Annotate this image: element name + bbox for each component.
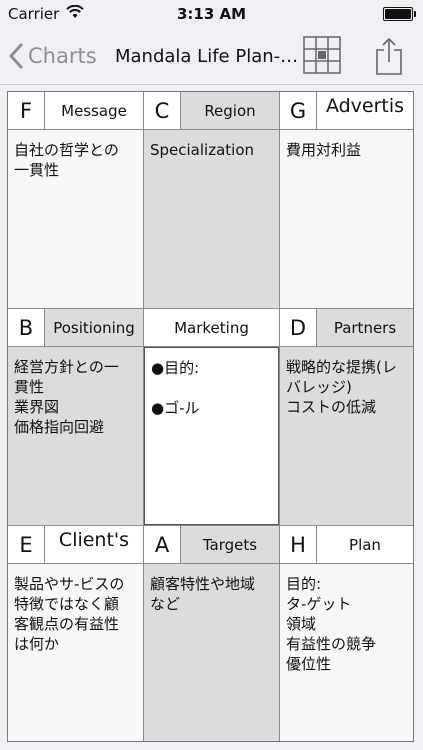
cell-text-line: 業界図: [14, 398, 60, 416]
cell-text-line: 客観点の有益性: [14, 615, 120, 633]
cell-text-line: など: [150, 595, 181, 613]
cell-letter: B: [8, 309, 45, 346]
cell-body: ●目的: ●ゴ-ル: [144, 347, 279, 525]
cell-h[interactable]: H Plan 目的: タ-ゲット 領域 有益性の競争 優位性: [280, 526, 413, 741]
cell-body: 製品やサ-ビスの 特徴ではなく顧 客観点の有益性 は何か: [8, 564, 143, 741]
cell-text-line: 戦略的な提携(レ: [286, 358, 397, 376]
grid-view-icon[interactable]: [303, 36, 341, 74]
cell-text-line: 特徴ではなく顧: [14, 595, 120, 613]
clock: 3:13 AM: [176, 5, 247, 23]
cell-body: 経営方針との一 貫性 業界図 価格指向回避: [8, 347, 143, 525]
cell-title: Marketing: [174, 318, 249, 337]
cell-title: Targets: [181, 526, 279, 563]
cell-text-line: 有益性の競争: [286, 635, 377, 653]
cell-text-line: 自社の哲学との: [14, 141, 119, 159]
cell-text-line: 製品やサ-ビスの: [14, 575, 125, 593]
cell-body: Specialization: [144, 130, 279, 308]
cell-letter: A: [144, 526, 181, 563]
cell-body: 費用対利益: [280, 130, 413, 308]
cell-center[interactable]: Marketing ●目的: ●ゴ-ル: [144, 309, 280, 526]
cell-title: Partners: [317, 309, 413, 346]
cell-body: 顧客特性や地域 など: [144, 564, 279, 741]
cell-letter: D: [280, 309, 317, 346]
cell-title: Client's: [58, 529, 130, 551]
cell-title: Message: [61, 101, 127, 120]
cell-text-line: 一貫性: [14, 161, 60, 179]
goal-purpose-line: ●目的:: [151, 359, 200, 377]
cell-b[interactable]: B Positioning 経営方針との一 貫性 業界図 価格指向回避: [8, 309, 144, 526]
status-bar: Carrier 3:13 AM: [0, 0, 423, 28]
cell-title: Advertis: [325, 95, 405, 117]
cell-text-line: 顧客特性や地域: [150, 575, 256, 593]
back-label: Charts: [28, 44, 97, 68]
cell-title: Positioning: [45, 309, 143, 346]
chevron-left-icon: [9, 43, 23, 69]
cell-letter: H: [280, 526, 317, 563]
cell-c[interactable]: C Region Specialization: [144, 92, 280, 309]
cell-text-line: コストの低減: [286, 398, 377, 416]
cell-body: 戦略的な提携(レ バレッジ) コストの低減: [280, 347, 413, 525]
cell-g[interactable]: G Advertis 費用対利益: [280, 92, 413, 309]
cell-text-line: 経営方針との一: [14, 358, 119, 376]
cell-body: 自社の哲学との 一貫性: [8, 130, 143, 308]
goal-line: ●ゴ-ル: [151, 399, 200, 417]
cell-text-line: 優位性: [286, 655, 332, 673]
share-icon[interactable]: [372, 36, 406, 76]
cell-text-line: 貫性: [14, 378, 45, 396]
cell-text-line: Specialization: [150, 141, 255, 159]
navigation-bar: Charts Mandala Life Plan-…: [0, 28, 423, 85]
cell-text-line: 領域: [286, 615, 317, 633]
page-title: Mandala Life Plan-…: [115, 46, 299, 67]
cell-text-line: タ-ゲット: [286, 595, 352, 613]
cell-letter: C: [144, 92, 181, 129]
cell-f[interactable]: F Message 自社の哲学との 一貫性: [8, 92, 144, 309]
back-button[interactable]: Charts: [8, 40, 97, 72]
battery-icon: [383, 7, 416, 21]
cell-e[interactable]: E Client's 製品やサ-ビスの 特徴ではなく顧 客観点の有益性 は何か: [8, 526, 144, 741]
cell-letter: F: [8, 92, 45, 129]
cell-d[interactable]: D Partners 戦略的な提携(レ バレッジ) コストの低減: [280, 309, 413, 526]
cell-title: Region: [181, 92, 279, 129]
cell-title: Plan: [349, 535, 381, 554]
cell-letter: G: [280, 92, 317, 129]
cell-letter: E: [8, 526, 45, 563]
cell-text-line: 目的:: [286, 575, 322, 593]
cell-a[interactable]: A Targets 顧客特性や地域 など: [144, 526, 280, 741]
cell-text-line: 費用対利益: [286, 141, 362, 159]
cell-text-line: は何か: [14, 635, 60, 653]
cell-text-line: バレッジ): [286, 378, 352, 396]
mandala-grid: F Message 自社の哲学との 一貫性 C Region Specializat…: [7, 91, 414, 742]
cell-body: 目的: タ-ゲット 領域 有益性の競争 優位性: [280, 564, 413, 741]
cell-text-line: 価格指向回避: [14, 418, 105, 436]
